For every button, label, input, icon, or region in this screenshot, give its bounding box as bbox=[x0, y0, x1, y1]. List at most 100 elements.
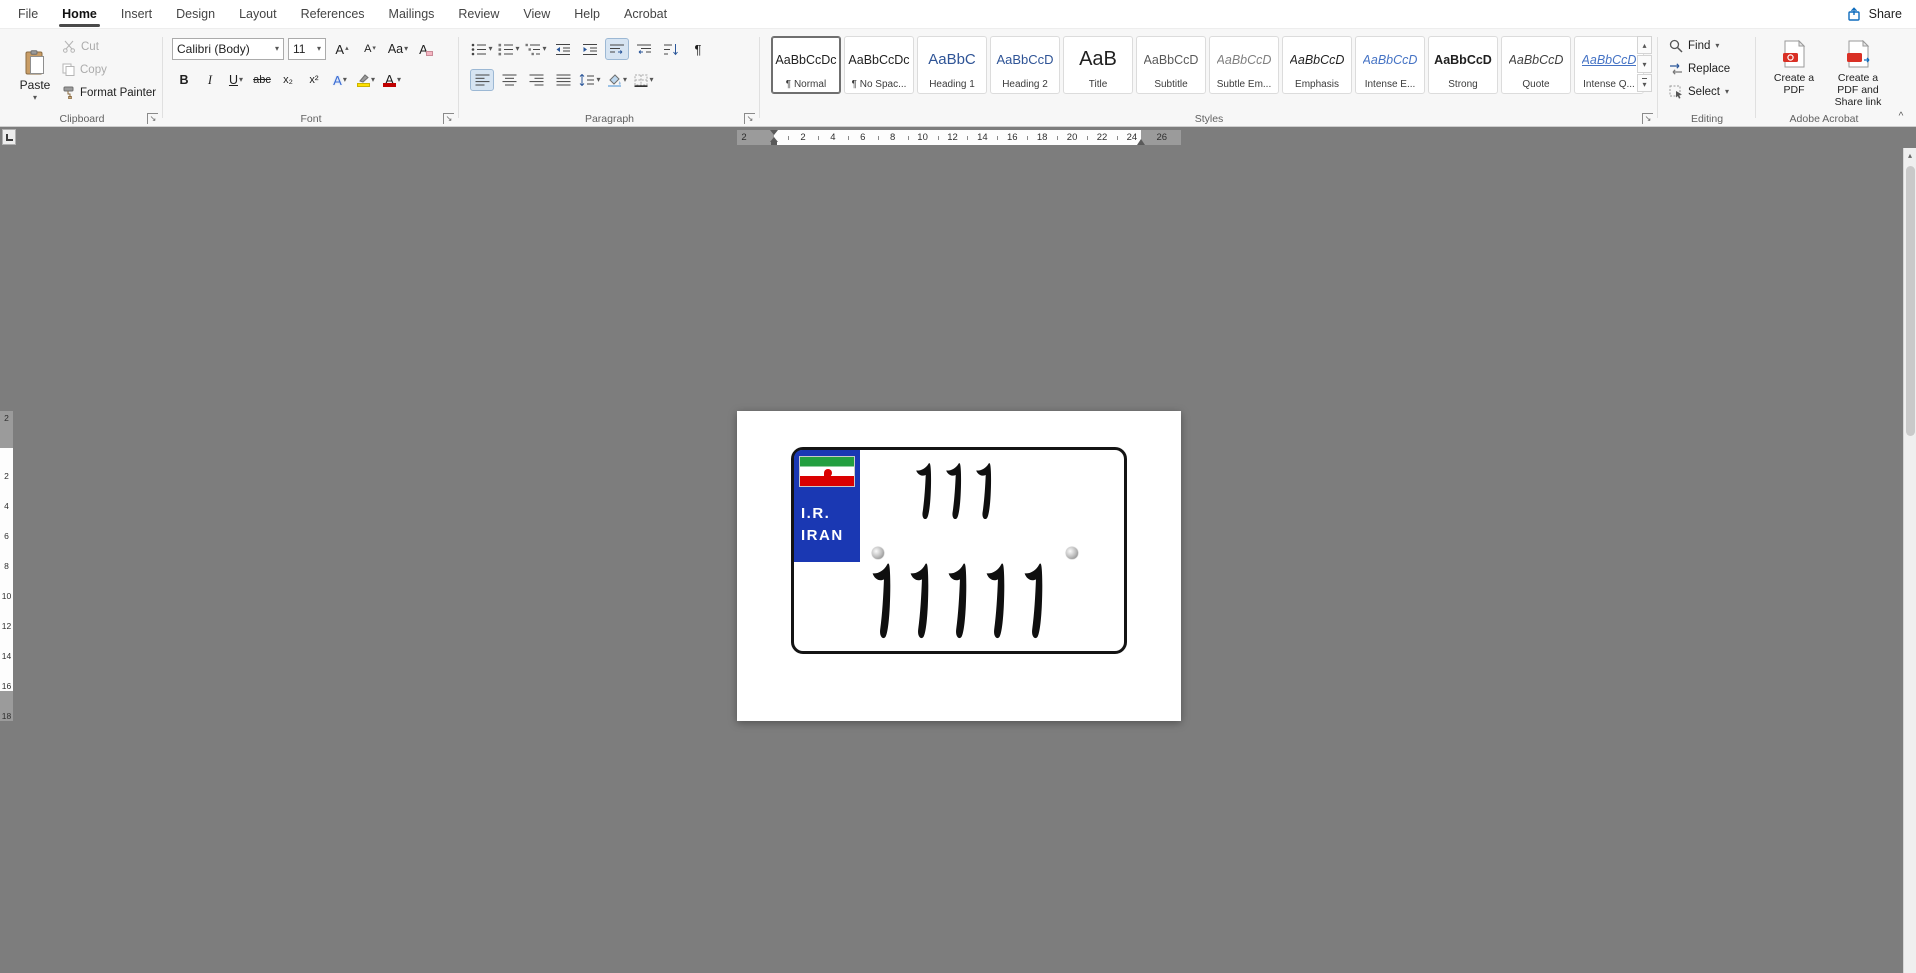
tab-file[interactable]: File bbox=[6, 0, 50, 28]
style-item-quote[interactable]: AaBbCcD Quote bbox=[1501, 36, 1571, 94]
replace-button[interactable]: Replace bbox=[1669, 60, 1730, 78]
underline-button[interactable]: U ▾ bbox=[224, 69, 248, 91]
numbering-button[interactable]: ▾ bbox=[497, 38, 521, 60]
italic-button[interactable]: I bbox=[198, 69, 222, 91]
scrollbar-thumb[interactable] bbox=[1906, 166, 1915, 436]
select-label: Select bbox=[1688, 86, 1720, 98]
ruler-number: 18 bbox=[1036, 132, 1048, 143]
left-indent-marker[interactable] bbox=[771, 142, 777, 145]
style-item-nospace[interactable]: AaBbCcDc ¶ No Spac... bbox=[844, 36, 914, 94]
styles-dialog-launcher[interactable]: ↘ bbox=[1642, 113, 1653, 124]
style-item-subtleem[interactable]: AaBbCcD Subtle Em... bbox=[1209, 36, 1279, 94]
style-label: Intense Q... bbox=[1583, 79, 1635, 90]
grow-font-button[interactable]: A ▴ bbox=[330, 38, 354, 60]
horizontal-ruler[interactable]: 2 2 4 6 8 10 12 14 16 18 20 22 24 26 bbox=[737, 130, 1181, 145]
clipboard-dialog-launcher[interactable]: ↘ bbox=[147, 113, 158, 124]
ruler-number: 12 bbox=[1, 621, 12, 631]
shrink-font-button[interactable]: A ▾ bbox=[358, 38, 382, 60]
paste-button[interactable]: Paste ▾ bbox=[12, 35, 58, 117]
document-page[interactable]: I.R. IRAN bbox=[737, 411, 1181, 721]
license-plate-image[interactable]: I.R. IRAN bbox=[791, 447, 1127, 654]
scroll-up-button[interactable]: ▴ bbox=[1904, 148, 1916, 162]
tab-mailings[interactable]: Mailings bbox=[377, 0, 447, 28]
tab-stop-selector[interactable] bbox=[2, 129, 16, 145]
style-item-h1[interactable]: AaBbC Heading 1 bbox=[917, 36, 987, 94]
bold-button[interactable]: B bbox=[172, 69, 196, 91]
font-dialog-launcher[interactable]: ↘ bbox=[443, 113, 454, 124]
flag-emblem-icon bbox=[824, 469, 832, 477]
format-painter-button[interactable]: Format Painter bbox=[62, 83, 156, 102]
superscript-button[interactable]: x² bbox=[302, 69, 326, 91]
copy-button[interactable]: Copy bbox=[62, 60, 156, 79]
tab-acrobat[interactable]: Acrobat bbox=[612, 0, 679, 28]
style-item-subtitle[interactable]: AaBbCcD Subtitle bbox=[1136, 36, 1206, 94]
sort-button[interactable] bbox=[659, 38, 683, 60]
shading-button[interactable]: ▾ bbox=[605, 69, 629, 91]
select-button[interactable]: Select ▾ bbox=[1669, 83, 1730, 101]
tab-insert[interactable]: Insert bbox=[109, 0, 164, 28]
ribbon-collapse-button[interactable]: ^ bbox=[1892, 108, 1910, 124]
multilevel-list-button[interactable]: ▾ bbox=[524, 38, 548, 60]
style-item-h2[interactable]: AaBbCcD Heading 2 bbox=[990, 36, 1060, 94]
vertical-scrollbar[interactable]: ▴ bbox=[1903, 148, 1916, 973]
style-item-intenseq[interactable]: AaBbCcD Intense Q... bbox=[1574, 36, 1644, 94]
paragraph-dialog-launcher[interactable]: ↘ bbox=[744, 113, 755, 124]
find-button[interactable]: Find ▾ bbox=[1669, 37, 1730, 55]
paste-chevron-icon: ▾ bbox=[32, 93, 37, 102]
style-item-normal[interactable]: AaBbCcDc ¶ Normal bbox=[771, 36, 841, 94]
create-pdf-button[interactable]: Create a PDF bbox=[1765, 34, 1823, 118]
style-item-strong[interactable]: AaBbCcD Strong bbox=[1428, 36, 1498, 94]
acrobat-pdf-icon bbox=[1783, 40, 1806, 68]
cut-button[interactable]: Cut bbox=[62, 37, 156, 56]
show-formatting-marks-button[interactable]: ¶ bbox=[686, 38, 710, 60]
line-spacing-button[interactable]: ▾ bbox=[578, 69, 602, 91]
ruler-number: 24 bbox=[1126, 132, 1138, 143]
tab-layout[interactable]: Layout bbox=[227, 0, 289, 28]
font-color-button[interactable]: A ▾ bbox=[380, 69, 404, 91]
bullets-button[interactable]: ▾ bbox=[470, 38, 494, 60]
font-size-select[interactable]: 11 ▾ bbox=[288, 38, 326, 60]
tab-view[interactable]: View bbox=[511, 0, 562, 28]
styles-more-button[interactable]: ▾ bbox=[1637, 74, 1652, 92]
rtl-text-direction-button[interactable] bbox=[632, 38, 656, 60]
launcher-arrow-icon: ↘ bbox=[149, 114, 157, 123]
clear-formatting-button[interactable]: A bbox=[414, 38, 438, 60]
font-family-select[interactable]: Calibri (Body) ▾ bbox=[172, 38, 284, 60]
tab-help[interactable]: Help bbox=[562, 0, 612, 28]
ltr-text-direction-button[interactable] bbox=[605, 38, 629, 60]
replace-icon bbox=[1669, 62, 1683, 76]
styles-scroll-up-button[interactable]: ▴ bbox=[1637, 36, 1652, 54]
right-indent-marker[interactable] bbox=[1137, 139, 1145, 145]
align-right-icon bbox=[529, 74, 544, 86]
tab-review[interactable]: Review bbox=[446, 0, 511, 28]
font-group-label: Font bbox=[300, 113, 322, 125]
styles-scroll-down-button[interactable]: ▾ bbox=[1637, 55, 1652, 73]
vertical-ruler[interactable]: 2 2 4 6 8 10 12 14 16 18 bbox=[0, 411, 13, 721]
increase-indent-button[interactable] bbox=[578, 38, 602, 60]
align-right-button[interactable] bbox=[524, 69, 548, 91]
style-item-emphasis[interactable]: AaBbCcD Emphasis bbox=[1282, 36, 1352, 94]
subscript-button[interactable]: x₂ bbox=[276, 69, 300, 91]
borders-button[interactable]: ▾ bbox=[632, 69, 656, 91]
numbering-chevron-icon: ▾ bbox=[515, 44, 520, 53]
document-canvas[interactable]: 2 2 4 6 8 10 12 14 16 18 I.R. IRAN ▴ bbox=[0, 148, 1916, 973]
justify-button[interactable] bbox=[551, 69, 575, 91]
tab-design[interactable]: Design bbox=[164, 0, 227, 28]
clipboard-group-label: Clipboard bbox=[59, 113, 105, 125]
tab-home[interactable]: Home bbox=[50, 0, 109, 28]
highlight-chevron-icon: ▾ bbox=[370, 75, 375, 84]
strikethrough-button[interactable]: abc bbox=[250, 69, 274, 91]
text-effects-button[interactable]: A ▾ bbox=[328, 69, 352, 91]
create-pdf-share-button[interactable]: Create a PDF and Share link bbox=[1829, 34, 1887, 118]
style-item-title[interactable]: AaB Title bbox=[1063, 36, 1133, 94]
first-line-indent-marker[interactable] bbox=[770, 130, 778, 135]
align-left-button[interactable] bbox=[470, 69, 494, 91]
cut-label: Cut bbox=[81, 40, 99, 53]
share-button[interactable]: Share bbox=[1848, 7, 1902, 21]
decrease-indent-button[interactable] bbox=[551, 38, 575, 60]
align-center-button[interactable] bbox=[497, 69, 521, 91]
text-highlight-button[interactable]: ▾ bbox=[354, 69, 378, 91]
style-item-intenseem[interactable]: AaBbCcD Intense E... bbox=[1355, 36, 1425, 94]
tab-references[interactable]: References bbox=[289, 0, 377, 28]
change-case-button[interactable]: Aa ▾ bbox=[386, 38, 410, 60]
